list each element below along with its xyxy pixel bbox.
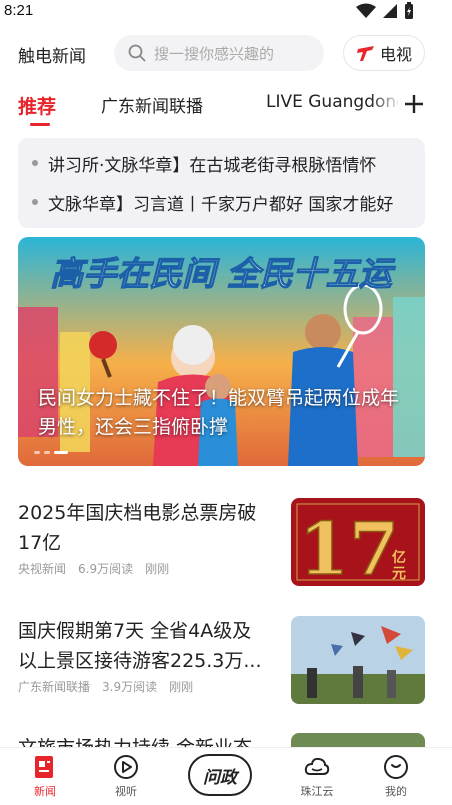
profile-icon [384, 755, 408, 779]
news-thumbnail[interactable]: 17 亿 元 [291, 498, 425, 586]
news-title[interactable]: 国庆假期第7天 全省4A级及以上景区接待游客225.3万... [18, 616, 270, 676]
tv-button[interactable]: 电视 [343, 35, 425, 71]
status-time: 8:21 [4, 2, 34, 19]
news-source: 广东新闻联播 [18, 680, 91, 694]
news-item[interactable]: 2025年国庆档电影总票房破17亿 央视新闻 6.9万阅读 刚刚 17 亿 元 [0, 498, 452, 608]
bullet-dot [32, 199, 38, 205]
news-reads: 3.9万阅读 [102, 680, 158, 694]
news-icon [35, 756, 53, 778]
banner-headline-graphic: 高手在民间 全民十五运 [50, 253, 397, 293]
svg-text:高手在民间 全民十五运: 高手在民间 全民十五运 [50, 254, 395, 293]
news-reads: 6.9万阅读 [78, 562, 134, 576]
ticker-text: 讲习所·文脉华章】在古城老街寻根脉悟情怀 [48, 155, 377, 176]
nav-profile-label: 我的 [385, 785, 407, 798]
nav-video[interactable]: 视听 [96, 754, 156, 799]
nav-video-label: 视听 [115, 785, 137, 798]
signal-icon [383, 4, 397, 18]
nav-news[interactable]: 新闻 [15, 754, 75, 799]
banner-caption: 民间女力士藏不住了！能双臂吊起两位成年男性，还会三指俯卧撑 [38, 387, 400, 438]
tab-recommend-label: 推荐 [18, 96, 57, 118]
nav-zhujiang-cloud[interactable]: 珠江云 [287, 754, 347, 799]
tab-recommend[interactable]: 推荐 [18, 92, 57, 126]
box-office-image: 17 亿 元 [291, 498, 425, 586]
box-office-unit-2: 元 [392, 566, 406, 582]
news-source: 央视新闻 [18, 562, 67, 576]
news-meta: 央视新闻 6.9万阅读 刚刚 [18, 560, 169, 577]
news-thumbnail[interactable] [291, 616, 425, 704]
tv-button-label: 电视 [379, 45, 412, 64]
box-office-number: 17 [299, 506, 399, 586]
ticker-text: 文脉华章】习言道丨千家万户都好 国家才能好 [48, 194, 394, 215]
headline-ticker[interactable]: 讲习所·文脉华章】在古城老街寻根脉悟情怀 文脉华章】习言道丨千家万户都好 国家才… [18, 138, 425, 228]
nav-wenzheng[interactable]: 问政 [188, 754, 252, 796]
status-icons [356, 2, 414, 20]
status-bar: 8:21 [0, 0, 452, 26]
wifi-icon [356, 3, 376, 18]
nav-zhujiang-cloud-label: 珠江云 [300, 785, 334, 798]
news-title[interactable]: 2025年国庆档电影总票房破17亿 [18, 498, 270, 558]
cloud-icon [304, 757, 330, 775]
box-office-unit: 亿 [392, 549, 406, 566]
channel-tabs: 推荐 广东新闻联播 LIVE Guangdong [0, 88, 452, 126]
nav-wenzheng-label: 问政 [203, 767, 237, 788]
play-icon [114, 755, 138, 779]
carousel-dot [44, 451, 50, 454]
bullet-dot [32, 160, 38, 166]
battery-icon [405, 2, 413, 19]
news-meta: 广东新闻联播 3.9万阅读 刚刚 [18, 678, 193, 695]
nav-profile[interactable]: 我的 [366, 754, 426, 799]
search-placeholder: 搜一搜你感兴趣的 [154, 44, 275, 63]
bottom-navigation: 新闻 视听 问政 珠江云 我的 [0, 748, 452, 805]
app-brand: 触电新闻 [18, 47, 86, 67]
app-header: 触电新闻 搜一搜你感兴趣的 电视 [0, 33, 452, 73]
tabs-fade [370, 88, 402, 124]
nav-news-label: 新闻 [34, 785, 56, 798]
carousel-dot [34, 451, 40, 454]
news-item[interactable]: 国庆假期第7天 全省4A级及以上景区接待游客225.3万... 广东新闻联播 3… [0, 616, 452, 726]
news-time: 刚刚 [169, 680, 194, 694]
add-channel-icon[interactable] [400, 90, 428, 118]
tv-logo-icon [356, 46, 374, 61]
tab-guangdong-news-label: 广东新闻联播 [101, 97, 203, 117]
search-icon [128, 44, 146, 62]
hero-banner[interactable]: 高手在民间 全民十五运 民间女力士藏不住了！能双臂吊起两位成年男性，还会三指俯卧… [18, 237, 425, 466]
active-tab-indicator [30, 123, 50, 126]
carousel-dots [34, 451, 68, 454]
ticker-item[interactable]: 讲习所·文脉华章】在古城老街寻根脉悟情怀 [32, 148, 376, 178]
kites-photo [291, 616, 425, 704]
carousel-dot-active [54, 451, 68, 454]
ticker-item[interactable]: 文脉华章】习言道丨千家万户都好 国家才能好 [32, 187, 393, 217]
news-time: 刚刚 [145, 562, 170, 576]
search-input[interactable]: 搜一搜你感兴趣的 [114, 35, 324, 71]
tab-guangdong-news[interactable]: 广东新闻联播 [101, 92, 203, 117]
